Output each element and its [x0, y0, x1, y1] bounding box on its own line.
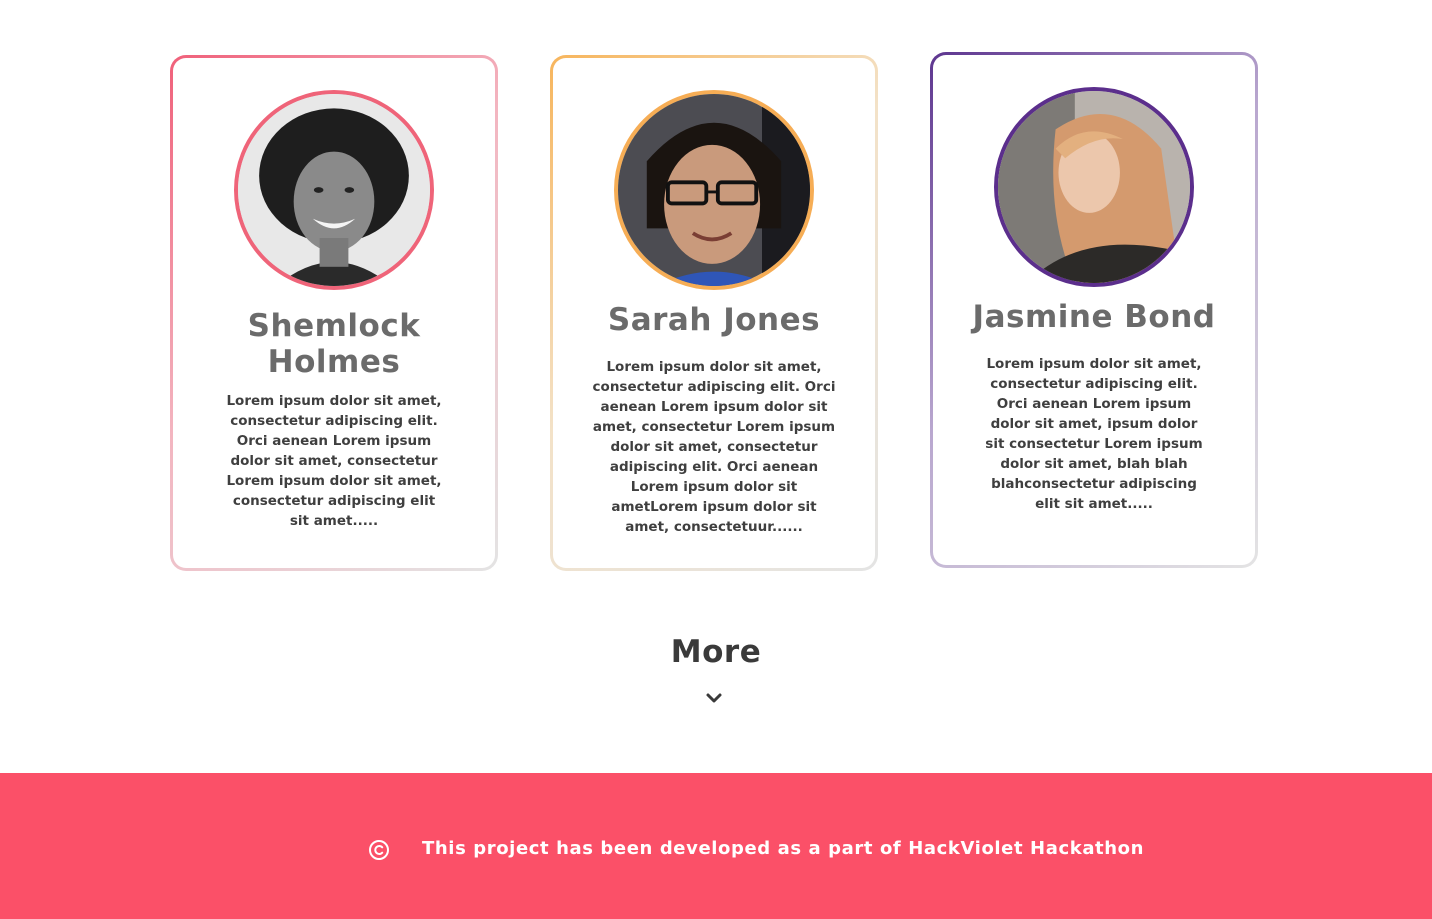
avatar-photo: [618, 94, 810, 286]
footer: This project has been developed as a par…: [0, 773, 1432, 919]
footer-text: This project has been developed as a par…: [422, 837, 1145, 859]
profile-card-body: Sarah Jones Lorem ipsum dolor sit amet, …: [553, 58, 875, 568]
person-bio: Lorem ipsum dolor sit amet, consectetur …: [985, 356, 1203, 512]
avatar: [234, 90, 434, 290]
person-name: Jasmine Bond: [972, 299, 1216, 335]
profile-card-1: Shemlock Holmes Lorem ipsum dolor sit am…: [170, 55, 498, 571]
footer-content: This project has been developed as a par…: [368, 835, 1144, 861]
person-bio: Lorem ipsum dolor sit amet, consectetur …: [226, 393, 442, 529]
avatar-photo: [238, 94, 430, 286]
profile-card-body: Jasmine Bond Lorem ipsum dolor sit amet,…: [933, 55, 1255, 565]
copyright-icon: [369, 840, 389, 860]
person-name: Shemlock Holmes: [247, 308, 421, 380]
profile-card-2: Sarah Jones Lorem ipsum dolor sit amet, …: [550, 55, 878, 571]
more-button[interactable]: More: [0, 634, 1432, 670]
profile-card-3: Jasmine Bond Lorem ipsum dolor sit amet,…: [930, 52, 1258, 568]
profile-card-body: Shemlock Holmes Lorem ipsum dolor sit am…: [173, 58, 495, 568]
avatar-photo: [998, 91, 1190, 283]
person-bio: Lorem ipsum dolor sit amet, consectetur …: [592, 359, 836, 535]
avatar: [994, 87, 1194, 287]
avatar: [614, 90, 814, 290]
chevron-down-icon[interactable]: [704, 690, 724, 706]
person-name: Sarah Jones: [607, 302, 821, 338]
